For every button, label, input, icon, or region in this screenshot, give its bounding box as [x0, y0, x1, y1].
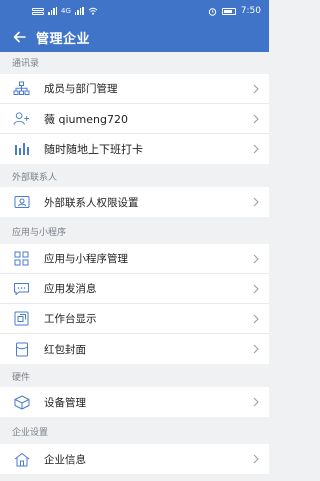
- status-time: 7:50: [240, 6, 261, 16]
- chevron-right-icon: [253, 284, 259, 293]
- menu-item-label: 随时随地上下班打卡: [44, 143, 143, 156]
- message-icon: [13, 280, 30, 297]
- chevron-right-icon: [253, 84, 259, 93]
- menu-item-label: 成员与部门管理: [44, 83, 118, 95]
- home-icon: [13, 451, 30, 468]
- menu-item-enterprise-info[interactable]: 企业信息: [0, 444, 269, 474]
- menu-item-workspace-display[interactable]: 工作台显示: [0, 304, 269, 334]
- chevron-right-icon: [253, 344, 259, 354]
- section-label-enterprise: 企业设置: [0, 422, 269, 444]
- workspace-icon: [13, 310, 30, 327]
- group-enterprise: 企业信息: [0, 444, 269, 474]
- group-apps: 应用与小程序管理 应用发消息 工作台显示 红包封面: [0, 244, 269, 364]
- page-title: 管理企业: [36, 31, 91, 47]
- alarm-icon: [208, 7, 216, 16]
- menu-item-label: 应用与小程序管理: [44, 253, 128, 265]
- menu-item-red-envelope[interactable]: 红包封面: [0, 334, 269, 364]
- chevron-right-icon: [253, 254, 259, 263]
- menu-item-label: 红包封面: [44, 343, 86, 356]
- screen: 4G 7:50 管理企业 通讯录 成员与部门管理 薇 qiumeng720 随时…: [0, 0, 269, 481]
- section-label-contacts: 通讯录: [0, 52, 269, 74]
- status-left: 4G: [32, 7, 98, 15]
- group-external: 外部联系人权限设置: [0, 187, 269, 217]
- device-box-icon: [13, 394, 30, 411]
- top-bar: 4G 7:50 管理企业: [0, 0, 269, 52]
- bar-chart-icon: [13, 141, 30, 158]
- back-button[interactable]: [8, 26, 30, 48]
- status-bar: 4G 7:50: [0, 0, 269, 22]
- signal-icon-2: [74, 7, 84, 15]
- menu-item-apps-manage[interactable]: 应用与小程序管理: [0, 244, 269, 274]
- menu-item-label: 外部联系人权限设置: [44, 196, 139, 209]
- status-right: 7:50: [208, 6, 261, 16]
- menu-item-app-message[interactable]: 应用发消息: [0, 274, 269, 304]
- chevron-right-icon: [253, 114, 259, 123]
- section-label-hardware: 硬件: [0, 369, 269, 387]
- chevron-right-icon: [253, 454, 259, 464]
- menu-item-label: 企业信息: [44, 453, 86, 466]
- wifi-icon: [88, 7, 98, 15]
- group-hardware: 设备管理: [0, 387, 269, 417]
- signal-icon: [48, 7, 57, 15]
- red-envelope-icon: [13, 341, 30, 358]
- apps-grid-icon: [13, 250, 30, 267]
- menu-item-label: 工作台显示: [44, 313, 97, 325]
- menu-item-label: 应用发消息: [44, 283, 97, 295]
- chevron-right-icon: [253, 397, 259, 407]
- contact-card-icon: [13, 194, 30, 211]
- group-contacts: 成员与部门管理 薇 qiumeng720 随时随地上下班打卡: [0, 74, 269, 164]
- back-arrow-icon: [13, 31, 26, 43]
- network-type: 4G: [61, 7, 71, 15]
- sim-icon: [32, 7, 44, 15]
- menu-item-label: 薇 qiumeng720: [44, 112, 128, 126]
- menu-item-label: 设备管理: [44, 396, 86, 409]
- menu-item-external-permissions[interactable]: 外部联系人权限设置: [0, 187, 269, 217]
- menu-item-user[interactable]: 薇 qiumeng720: [0, 104, 269, 134]
- section-label-apps: 应用与小程序: [0, 222, 269, 244]
- battery-icon: [221, 7, 236, 15]
- section-label-external: 外部联系人: [0, 169, 269, 187]
- org-chart-icon: [13, 80, 30, 97]
- menu-item-devices[interactable]: 设备管理: [0, 387, 269, 417]
- add-user-icon: [13, 110, 30, 127]
- chevron-right-icon: [253, 197, 259, 207]
- chevron-right-icon: [253, 144, 259, 154]
- menu-item-members[interactable]: 成员与部门管理: [0, 74, 269, 104]
- chevron-right-icon: [253, 314, 259, 323]
- nav-bar: 管理企业: [0, 22, 269, 52]
- menu-item-attendance[interactable]: 随时随地上下班打卡: [0, 134, 269, 164]
